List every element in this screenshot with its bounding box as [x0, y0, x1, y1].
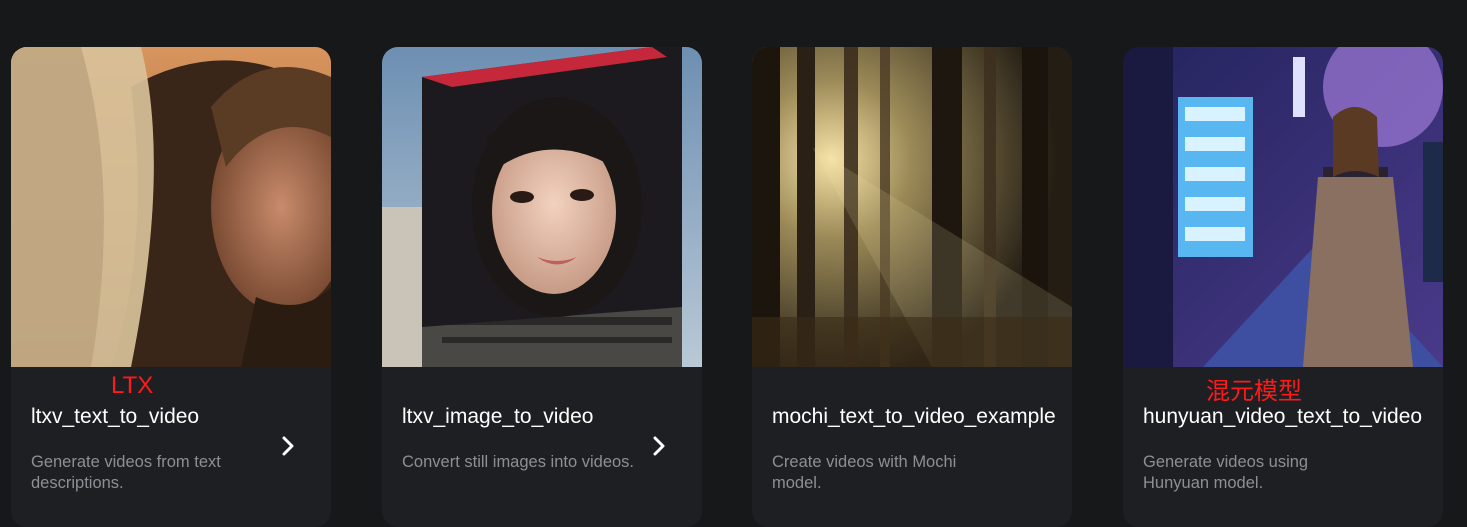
card-title: mochi_text_to_video_example: [772, 405, 1056, 428]
card-thumbnail: [1123, 47, 1443, 367]
card-title: ltxv_text_to_video: [31, 405, 200, 428]
card-description: Create videos with Mochi model.: [772, 453, 957, 492]
card-description: Generate videos from text descriptions.: [31, 453, 221, 492]
card-description: Convert still images into videos.: [402, 453, 635, 471]
card-annotation: 混元模型: [1206, 378, 1302, 405]
card-title: ltxv_image_to_video: [402, 405, 594, 428]
card-thumbnail: [382, 47, 702, 367]
workflow-card-hunyuan-text-to-video[interactable]: 混元模型 hunyuan_video_text_to_video Generat…: [1123, 47, 1443, 527]
workflow-card-mochi-text-to-video[interactable]: mochi_text_to_video_example Create video…: [752, 47, 1072, 527]
card-title: hunyuan_video_text_to_video: [1143, 405, 1423, 428]
card-thumbnail: [11, 47, 331, 367]
workflow-card-ltxv-text-to-video[interactable]: LTX ltxv_text_to_video Generate videos f…: [11, 47, 331, 527]
workflow-card-ltxv-image-to-video[interactable]: ltxv_image_to_video Convert still images…: [382, 47, 702, 527]
card-description: Generate videos using Hunyuan model.: [1143, 453, 1309, 492]
chevron-right-icon[interactable]: [646, 434, 670, 458]
card-thumbnail: [752, 47, 1072, 367]
card-annotation: LTX: [111, 372, 154, 399]
chevron-right-icon[interactable]: [275, 434, 299, 458]
